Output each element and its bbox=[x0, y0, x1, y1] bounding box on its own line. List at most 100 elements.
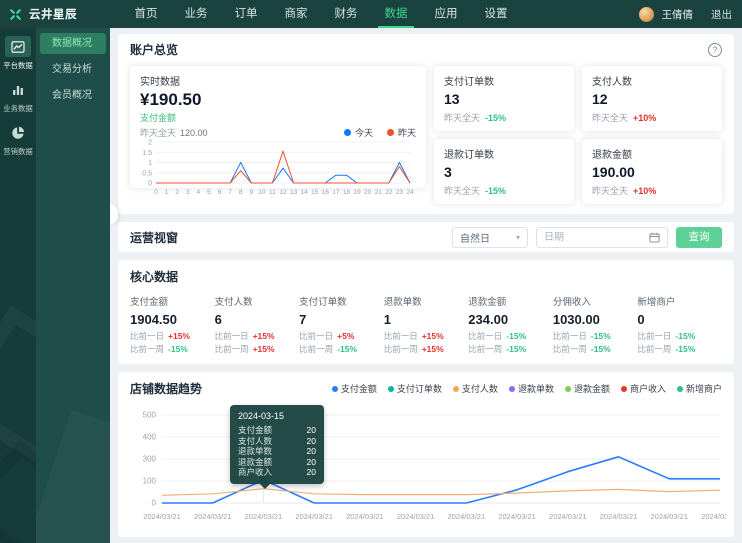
brand: 云井星辰 bbox=[8, 6, 77, 22]
period-select[interactable]: 自然日 ▾ bbox=[452, 226, 528, 248]
legend-item[interactable]: 支付人数 bbox=[452, 382, 498, 395]
svg-text:13: 13 bbox=[290, 189, 298, 196]
submenu-item[interactable]: 会员概况 bbox=[40, 85, 106, 106]
top-nav: 首页 业务 订单 商家 财务 数据 应用 设置 bbox=[121, 0, 521, 28]
svg-text:2: 2 bbox=[175, 189, 179, 196]
legend-item[interactable]: 退款单数 bbox=[508, 382, 554, 395]
svg-text:100: 100 bbox=[143, 477, 157, 486]
svg-text:17: 17 bbox=[332, 189, 340, 196]
core-metrics-row: 支付金额 1904.50 比前一日 +15% 比前一周 -15% 支付人数 6 比前… bbox=[130, 294, 722, 355]
user-name[interactable]: 王倩倩 bbox=[662, 7, 694, 22]
stat-card: 退款订单数 3 昨天全天 -15% bbox=[434, 139, 574, 204]
core-data-panel: 核心数据 支付金额 1904.50 比前一日 +15% 比前一周 -15% 支付人数… bbox=[118, 260, 734, 364]
svg-text:0: 0 bbox=[152, 499, 157, 508]
legend-item[interactable]: 支付金额 bbox=[331, 382, 377, 395]
top-nav-item[interactable]: 应用 bbox=[421, 0, 471, 28]
rail-item[interactable]: 营销数据 bbox=[0, 122, 36, 157]
realtime-legend: 今天 昨天 bbox=[343, 126, 416, 139]
search-button[interactable]: 查询 bbox=[676, 226, 722, 248]
rail-item[interactable]: 业务数据 bbox=[0, 79, 36, 114]
operations-window-panel: 运营视窗 自然日 ▾ 查询 bbox=[118, 222, 734, 252]
user-avatar[interactable] bbox=[638, 6, 654, 22]
trend-chart-area: 500 400 300 100 0 2024/03/21 2024/03/21 2024/03… bbox=[130, 405, 739, 527]
top-nav-item[interactable]: 数据 bbox=[371, 0, 421, 28]
legend-item[interactable]: 商户收入 bbox=[620, 382, 666, 395]
svg-text:24: 24 bbox=[406, 189, 414, 196]
submenu-item[interactable]: 数据概况 bbox=[40, 33, 106, 54]
stat-card: 支付人数 12 昨天全天 +10% bbox=[582, 66, 722, 131]
core-metric: 支付人数 6 比前一日 +15% 比前一周 +15% bbox=[214, 297, 275, 354]
top-nav-item[interactable]: 业务 bbox=[171, 0, 221, 28]
legend-item[interactable]: 支付订单数 bbox=[387, 382, 442, 395]
svg-text:400: 400 bbox=[143, 433, 157, 442]
svg-text:2024/03/21: 2024/03/21 bbox=[143, 512, 181, 521]
svg-text:23: 23 bbox=[396, 189, 404, 196]
svg-text:5: 5 bbox=[207, 189, 211, 196]
line-chart-icon bbox=[5, 36, 31, 57]
legend-dot-icon bbox=[331, 385, 338, 392]
account-overview-panel: 账户总览 ? 实时数据 ¥190.50 支付金额 昨天全天 120.00 今天 昨天… bbox=[118, 34, 734, 214]
bar-chart-icon bbox=[5, 79, 31, 100]
legend-dot-icon bbox=[620, 385, 627, 392]
realtime-data-card: 实时数据 ¥190.50 支付金额 昨天全天 120.00 今天 昨天 2 1.5 1 0… bbox=[130, 66, 426, 196]
svg-text:2024/03/21: 2024/03/21 bbox=[194, 512, 232, 521]
svg-text:2024/03/21: 2024/03/21 bbox=[397, 512, 435, 521]
trend-legend: 支付金额 支付订单数 支付人数 退款单数 退款金额 商户收入 新增商户 bbox=[331, 382, 722, 395]
svg-text:11: 11 bbox=[269, 189, 276, 196]
top-navbar: 云井星辰 首页 业务 订单 商家 财务 数据 应用 设置 王倩倩 退出 bbox=[0, 0, 742, 28]
help-icon[interactable]: ? bbox=[708, 42, 722, 57]
main-content: 账户总览 ? 实时数据 ¥190.50 支付金额 昨天全天 120.00 今天 昨天… bbox=[110, 28, 742, 543]
svg-text:2024/03/21: 2024/03/21 bbox=[498, 512, 536, 521]
tooltip-date: 2024-03-15 bbox=[238, 411, 285, 421]
legend-item[interactable]: 新增商户 bbox=[676, 382, 722, 395]
svg-text:20: 20 bbox=[364, 189, 372, 196]
svg-text:2024/03/21: 2024/03/21 bbox=[549, 512, 587, 521]
svg-text:1: 1 bbox=[148, 160, 152, 167]
rail-item[interactable]: 平台数据 bbox=[0, 36, 36, 71]
legend-dot-icon bbox=[676, 385, 683, 392]
svg-text:22: 22 bbox=[385, 189, 393, 196]
realtime-amount-label: 支付金额 bbox=[140, 113, 177, 123]
svg-text:16: 16 bbox=[322, 189, 330, 196]
sidebar-decoration bbox=[36, 410, 110, 543]
submenu-item[interactable]: 交易分析 bbox=[40, 59, 106, 80]
operations-window-title: 运营视窗 bbox=[130, 230, 179, 245]
account-overview-title: 账户总览 bbox=[130, 43, 179, 57]
tooltip-row: 退款金额 20 bbox=[238, 456, 316, 467]
svg-text:2024/03/21: 2024/03/21 bbox=[600, 512, 638, 521]
svg-text:2024/03/21: 2024/03/21 bbox=[448, 512, 486, 521]
svg-text:7: 7 bbox=[228, 189, 232, 196]
top-nav-item[interactable]: 设置 bbox=[471, 0, 521, 28]
legend-dot-icon bbox=[508, 385, 515, 392]
svg-text:8: 8 bbox=[239, 189, 243, 196]
svg-text:1.5: 1.5 bbox=[142, 150, 152, 157]
svg-text:14: 14 bbox=[301, 189, 309, 196]
store-trend-title: 店铺数据趋势 bbox=[130, 382, 203, 396]
store-trend-panel: 店铺数据趋势 支付金额 支付订单数 支付人数 退款单数 退款金额 商户收入 新增商户 500… bbox=[118, 372, 739, 537]
legend-item[interactable]: 昨天 bbox=[386, 126, 416, 139]
tooltip-rows: 支付金额 20 支付人数 20 退款单数 20 退款金额 20 商户收入 20 bbox=[238, 425, 316, 478]
top-nav-item[interactable]: 订单 bbox=[221, 0, 271, 28]
top-nav-item[interactable]: 商家 bbox=[271, 0, 321, 28]
legend-dot-icon bbox=[343, 129, 351, 136]
svg-text:2: 2 bbox=[148, 140, 152, 147]
svg-text:4: 4 bbox=[197, 189, 201, 196]
core-metric: 退款金额 234.00 比前一日 -15% 比前一周 -15% bbox=[468, 297, 527, 354]
legend-dot-icon bbox=[386, 129, 394, 136]
svg-text:300: 300 bbox=[143, 455, 157, 464]
svg-text:19: 19 bbox=[353, 189, 361, 196]
top-nav-item[interactable]: 财务 bbox=[321, 0, 371, 28]
top-nav-item[interactable]: 首页 bbox=[121, 0, 171, 28]
svg-text:10: 10 bbox=[258, 189, 266, 196]
icon-rail-sidebar: 平台数据业务数据营销数据 bbox=[0, 28, 36, 543]
logout-button[interactable]: 退出 bbox=[711, 7, 732, 22]
chevron-down-icon: ▾ bbox=[515, 232, 520, 242]
legend-item[interactable]: 退款金额 bbox=[564, 382, 610, 395]
tooltip-row: 支付人数 20 bbox=[238, 435, 316, 446]
calendar-icon bbox=[649, 232, 660, 243]
svg-text:0: 0 bbox=[154, 189, 158, 196]
tooltip-row: 商户收入 20 bbox=[238, 467, 316, 477]
date-input[interactable] bbox=[544, 231, 649, 243]
legend-item[interactable]: 今天 bbox=[343, 126, 373, 139]
date-picker[interactable] bbox=[536, 226, 668, 248]
